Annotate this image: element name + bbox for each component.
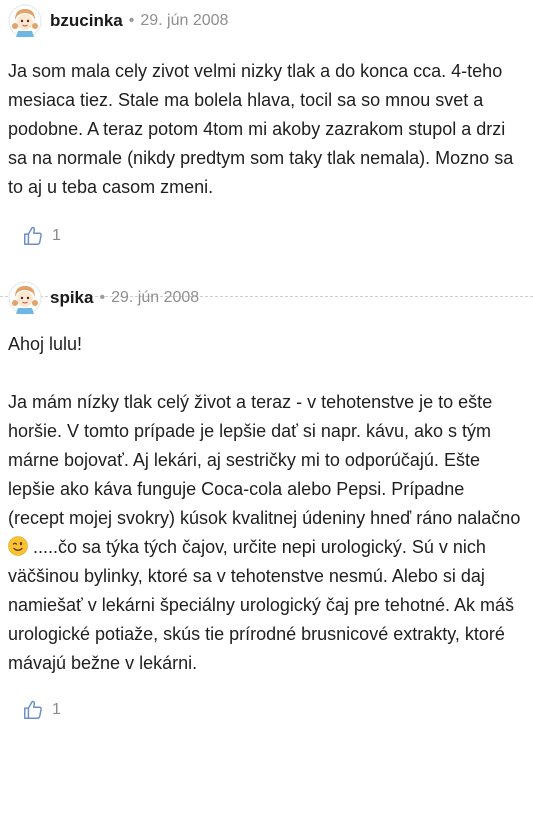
like-button[interactable]: 1 xyxy=(22,222,533,250)
username[interactable]: bzucinka xyxy=(50,11,123,31)
comment-paragraph: Ja som mala cely zivot velmi nizky tlak … xyxy=(8,61,514,197)
like-count: 1 xyxy=(52,227,61,244)
like-button[interactable]: 1 xyxy=(22,696,533,724)
winking-face-emoji-icon xyxy=(8,536,28,556)
comment-body: Ahoj lulu! Ja mám nízky tlak celý život … xyxy=(8,330,533,678)
username[interactable]: spika xyxy=(50,288,93,308)
comment-date: 29. jún 2008 xyxy=(111,289,200,306)
comment-text: Ja mám nízky tlak celý život a teraz - v… xyxy=(8,392,521,528)
comment-date: 29. jún 2008 xyxy=(140,12,229,29)
meta-separator: • xyxy=(128,12,135,29)
thumbs-up-icon xyxy=(24,700,42,719)
like-count: 1 xyxy=(52,701,61,718)
comment: bzucinka • 29. jún 2008 Ja som mala cely… xyxy=(0,0,533,250)
thumbs-up-icon xyxy=(24,226,42,245)
meta-separator: • xyxy=(99,289,106,306)
comment-header: spika • 29. jún 2008 xyxy=(8,280,533,316)
comment-header: bzucinka • 29. jún 2008 xyxy=(8,3,533,39)
comment-paragraph: Ahoj lulu! xyxy=(8,334,83,354)
comment: spika • 29. jún 2008 Ahoj lulu! Ja mám n… xyxy=(0,250,533,724)
comment-paragraph: Ja mám nízky tlak celý život a teraz - v… xyxy=(8,388,521,678)
avatar-icon[interactable] xyxy=(8,4,42,38)
comment-text: .....čo sa týka tých čajov, určite nepi … xyxy=(8,537,514,673)
comment-body: Ja som mala cely zivot velmi nizky tlak … xyxy=(8,57,533,202)
avatar-icon[interactable] xyxy=(8,281,42,315)
